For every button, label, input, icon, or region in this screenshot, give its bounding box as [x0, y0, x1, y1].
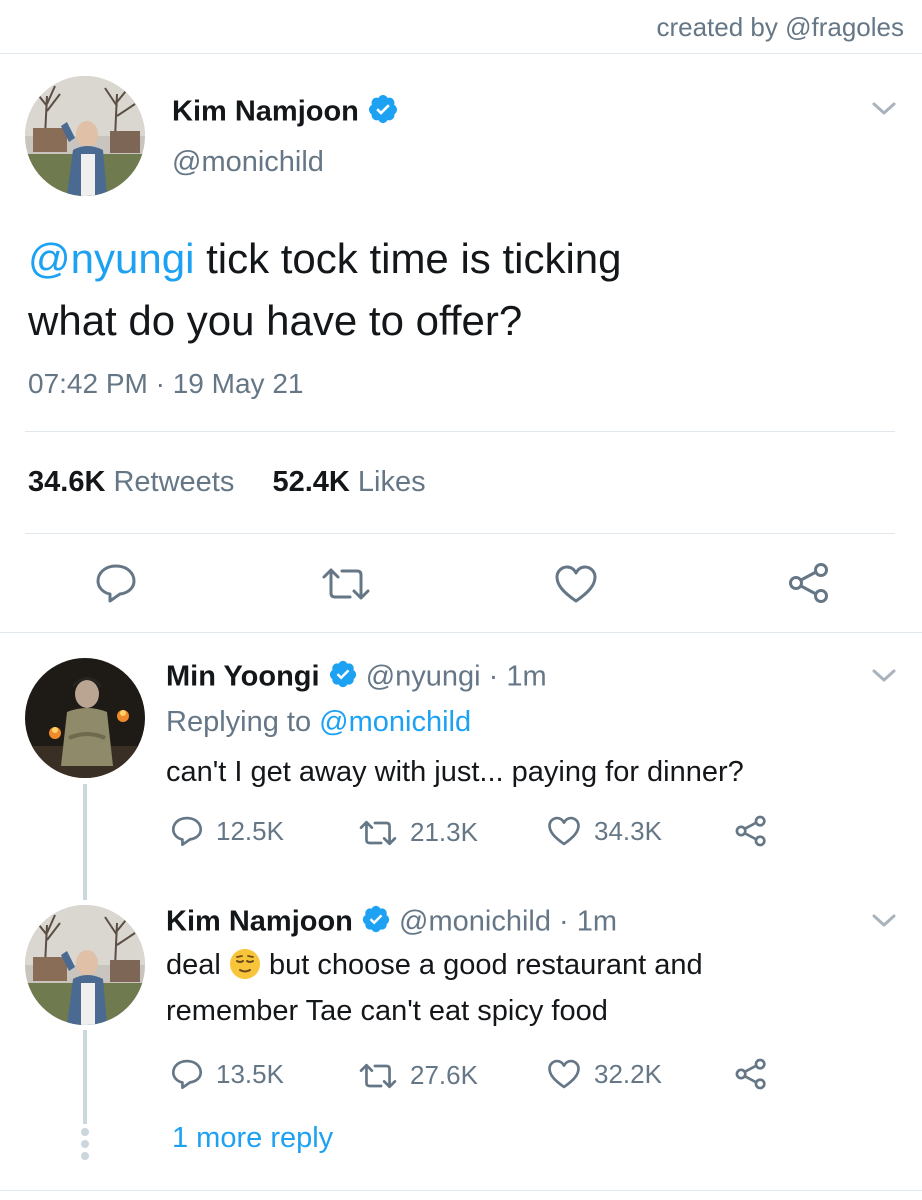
reply1-reply-count: 12.5K	[216, 815, 284, 846]
share-icon	[735, 1058, 766, 1090]
reply2-retweet-count: 27.6K	[410, 1060, 478, 1090]
reply1-retweet-button[interactable]: 21.3K	[358, 817, 478, 848]
bottom-divider	[0, 1190, 922, 1191]
avatar-kim-namjoon[interactable]	[25, 905, 145, 1025]
avatar-min-yoongi[interactable]	[25, 658, 145, 778]
reply2-share-button[interactable]	[734, 1058, 780, 1090]
retweet-icon	[359, 820, 397, 845]
retweets-stat[interactable]: 34.6K Retweets	[28, 466, 234, 498]
replying-to-link[interactable]: @monichild	[319, 706, 471, 738]
share-icon[interactable]	[787, 562, 831, 604]
main-author-handle[interactable]: @monichild	[172, 146, 324, 179]
like-icon	[548, 1059, 580, 1089]
reply1-time[interactable]: · 1m	[489, 661, 547, 693]
reply2-header: Kim Namjoon @monichild · 1m	[166, 904, 617, 942]
tweet-text-line2: what do you have to offer?	[28, 297, 523, 344]
main-author-name[interactable]: Kim Namjoon	[172, 93, 399, 133]
reply1-like-button[interactable]: 34.3K	[546, 815, 662, 847]
reply1-text: can't I get away with just... paying for…	[166, 756, 744, 788]
reply-icon	[171, 816, 203, 847]
reply2-reply-button[interactable]: 13.5K	[170, 1058, 284, 1090]
reply2-text-line2: remember Tae can't eat spicy food	[166, 995, 608, 1027]
thread-dots	[80, 1128, 90, 1164]
reply2-handle[interactable]: @monichild	[399, 906, 551, 938]
tweet-text-line1: tick tock time is ticking	[194, 235, 622, 282]
relieved-face-emoji-icon	[229, 948, 261, 991]
retweets-label: Retweets	[113, 466, 235, 498]
reply1-reply-button[interactable]: 12.5K	[170, 815, 284, 847]
reply2-text-after: but choose a good restaurant and	[260, 949, 703, 981]
like-icon[interactable]	[553, 563, 599, 605]
reply-icon[interactable]	[94, 562, 138, 604]
retweets-count: 34.6K	[28, 466, 106, 498]
retweet-icon	[359, 1063, 397, 1088]
mention-link[interactable]: @nyungi	[28, 235, 194, 282]
chevron-down-icon[interactable]	[870, 98, 898, 123]
avatar-kim-namjoon[interactable]	[25, 76, 145, 196]
divider-stats-bottom	[25, 533, 895, 534]
reply1-retweet-count: 21.3K	[410, 817, 478, 847]
reply2-like-button[interactable]: 32.2K	[546, 1058, 662, 1090]
likes-label: Likes	[357, 466, 426, 498]
likes-stat[interactable]: 52.4K Likes	[272, 466, 425, 498]
credit-text: created by @fragoles	[656, 12, 904, 42]
reply2-reply-count: 13.5K	[216, 1058, 284, 1089]
reply-icon	[171, 1059, 203, 1090]
thread-line	[83, 784, 87, 900]
reply1-author-name[interactable]: Min Yoongi	[166, 661, 320, 693]
verified-badge-icon	[367, 93, 399, 133]
reply1-handle[interactable]: @nyungi	[366, 661, 481, 693]
reply1-like-count: 34.3K	[594, 815, 662, 846]
reply2-text: deal but choose a good restaurant and re…	[166, 945, 866, 1031]
retweet-icon[interactable]	[320, 565, 372, 603]
like-icon	[548, 816, 580, 846]
share-icon	[735, 815, 766, 847]
reply1-header: Min Yoongi @nyungi · 1m	[166, 659, 547, 697]
top-divider	[0, 53, 922, 54]
more-replies-link[interactable]: 1 more reply	[172, 1122, 333, 1155]
main-tweet-text: @nyungi tick tock time is ticking what d…	[28, 228, 908, 352]
reply2-like-count: 32.2K	[594, 1058, 662, 1089]
chevron-down-icon[interactable]	[870, 910, 898, 935]
chevron-down-icon[interactable]	[870, 665, 898, 690]
replying-prefix: Replying to	[166, 706, 320, 738]
reply1-share-button[interactable]	[734, 815, 780, 847]
divider-replies	[0, 632, 922, 633]
tweet-timestamp[interactable]: 07:42 PM · 19 May 21	[28, 368, 303, 400]
reply2-retweet-button[interactable]: 27.6K	[358, 1060, 478, 1091]
likes-count: 52.4K	[272, 466, 350, 498]
reply2-text-before: deal	[166, 949, 229, 981]
divider-stats-top	[25, 431, 895, 432]
stats-row: 34.6K Retweets 52.4K Likes	[28, 466, 426, 499]
reply1-replying-to: Replying to @monichild	[166, 702, 471, 742]
reply2-author-name[interactable]: Kim Namjoon	[166, 906, 353, 938]
author-name-text[interactable]: Kim Namjoon	[172, 96, 359, 128]
thread-line	[83, 1030, 87, 1124]
reply2-time[interactable]: · 1m	[559, 906, 617, 938]
verified-badge-icon	[361, 904, 391, 942]
verified-badge-icon	[328, 659, 358, 697]
